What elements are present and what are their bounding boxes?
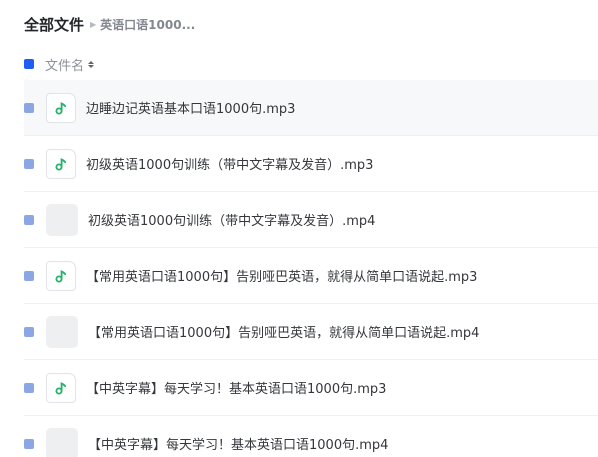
breadcrumb-root[interactable]: 全部文件 — [24, 14, 84, 35]
file-row[interactable]: 【常用英语口语1000句】告别哑巴英语，就得从简单口语说起.mp3 — [24, 248, 598, 304]
breadcrumb-current: 英语口语1000... — [100, 17, 196, 32]
video-thumbnail-icon — [46, 203, 78, 236]
list-header: 文件名 — [24, 54, 95, 74]
file-row[interactable]: 【中英字幕】每天学习！基本英语口语1000句.mp3 — [24, 360, 598, 416]
video-thumbnail-icon — [46, 315, 78, 348]
file-list: 边睡边记英语基本口语1000句.mp3 初级英语1000句训练（带中文字幕及发音… — [24, 80, 598, 457]
breadcrumb: 全部文件 ▶ 英语口语1000... — [24, 12, 195, 36]
file-row[interactable]: 初级英语1000句训练（带中文字幕及发音）.mp3 — [24, 136, 598, 192]
file-name[interactable]: 初级英语1000句训练（带中文字幕及发音）.mp3 — [86, 154, 373, 173]
music-note-icon — [46, 92, 76, 123]
row-checkbox[interactable] — [24, 270, 34, 281]
music-note-icon — [46, 372, 76, 403]
file-row[interactable]: 边睡边记英语基本口语1000句.mp3 — [24, 80, 598, 136]
sort-icon[interactable] — [88, 60, 95, 68]
breadcrumb-separator-icon: ▶ — [90, 19, 97, 29]
file-row[interactable]: 【常用英语口语1000句】告别哑巴英语，就得从简单口语说起.mp4 — [24, 304, 598, 360]
file-name[interactable]: 【常用英语口语1000句】告别哑巴英语，就得从简单口语说起.mp3 — [86, 266, 477, 285]
row-checkbox[interactable] — [24, 438, 34, 449]
music-note-icon — [46, 260, 76, 291]
name-column-header[interactable]: 文件名 — [45, 55, 84, 74]
row-checkbox[interactable] — [24, 326, 34, 337]
row-checkbox[interactable] — [24, 158, 34, 169]
file-name[interactable]: 【常用英语口语1000句】告别哑巴英语，就得从简单口语说起.mp4 — [88, 322, 479, 341]
row-checkbox[interactable] — [24, 214, 34, 225]
file-browser: 全部文件 ▶ 英语口语1000... 文件名 边睡边记英语基本口语1000句.m… — [0, 0, 598, 457]
video-thumbnail-icon — [46, 427, 78, 457]
select-all-checkbox[interactable] — [24, 59, 34, 69]
row-checkbox[interactable] — [24, 382, 34, 393]
file-name[interactable]: 【中英字幕】每天学习！基本英语口语1000句.mp4 — [88, 434, 388, 453]
file-row[interactable]: 初级英语1000句训练（带中文字幕及发音）.mp4 — [24, 192, 598, 248]
file-name[interactable]: 【中英字幕】每天学习！基本英语口语1000句.mp3 — [86, 378, 386, 397]
file-name[interactable]: 边睡边记英语基本口语1000句.mp3 — [86, 98, 295, 117]
music-note-icon — [46, 148, 76, 179]
file-row[interactable]: 【中英字幕】每天学习！基本英语口语1000句.mp4 — [24, 416, 598, 457]
row-checkbox[interactable] — [24, 102, 34, 113]
file-name[interactable]: 初级英语1000句训练（带中文字幕及发音）.mp4 — [88, 210, 375, 229]
